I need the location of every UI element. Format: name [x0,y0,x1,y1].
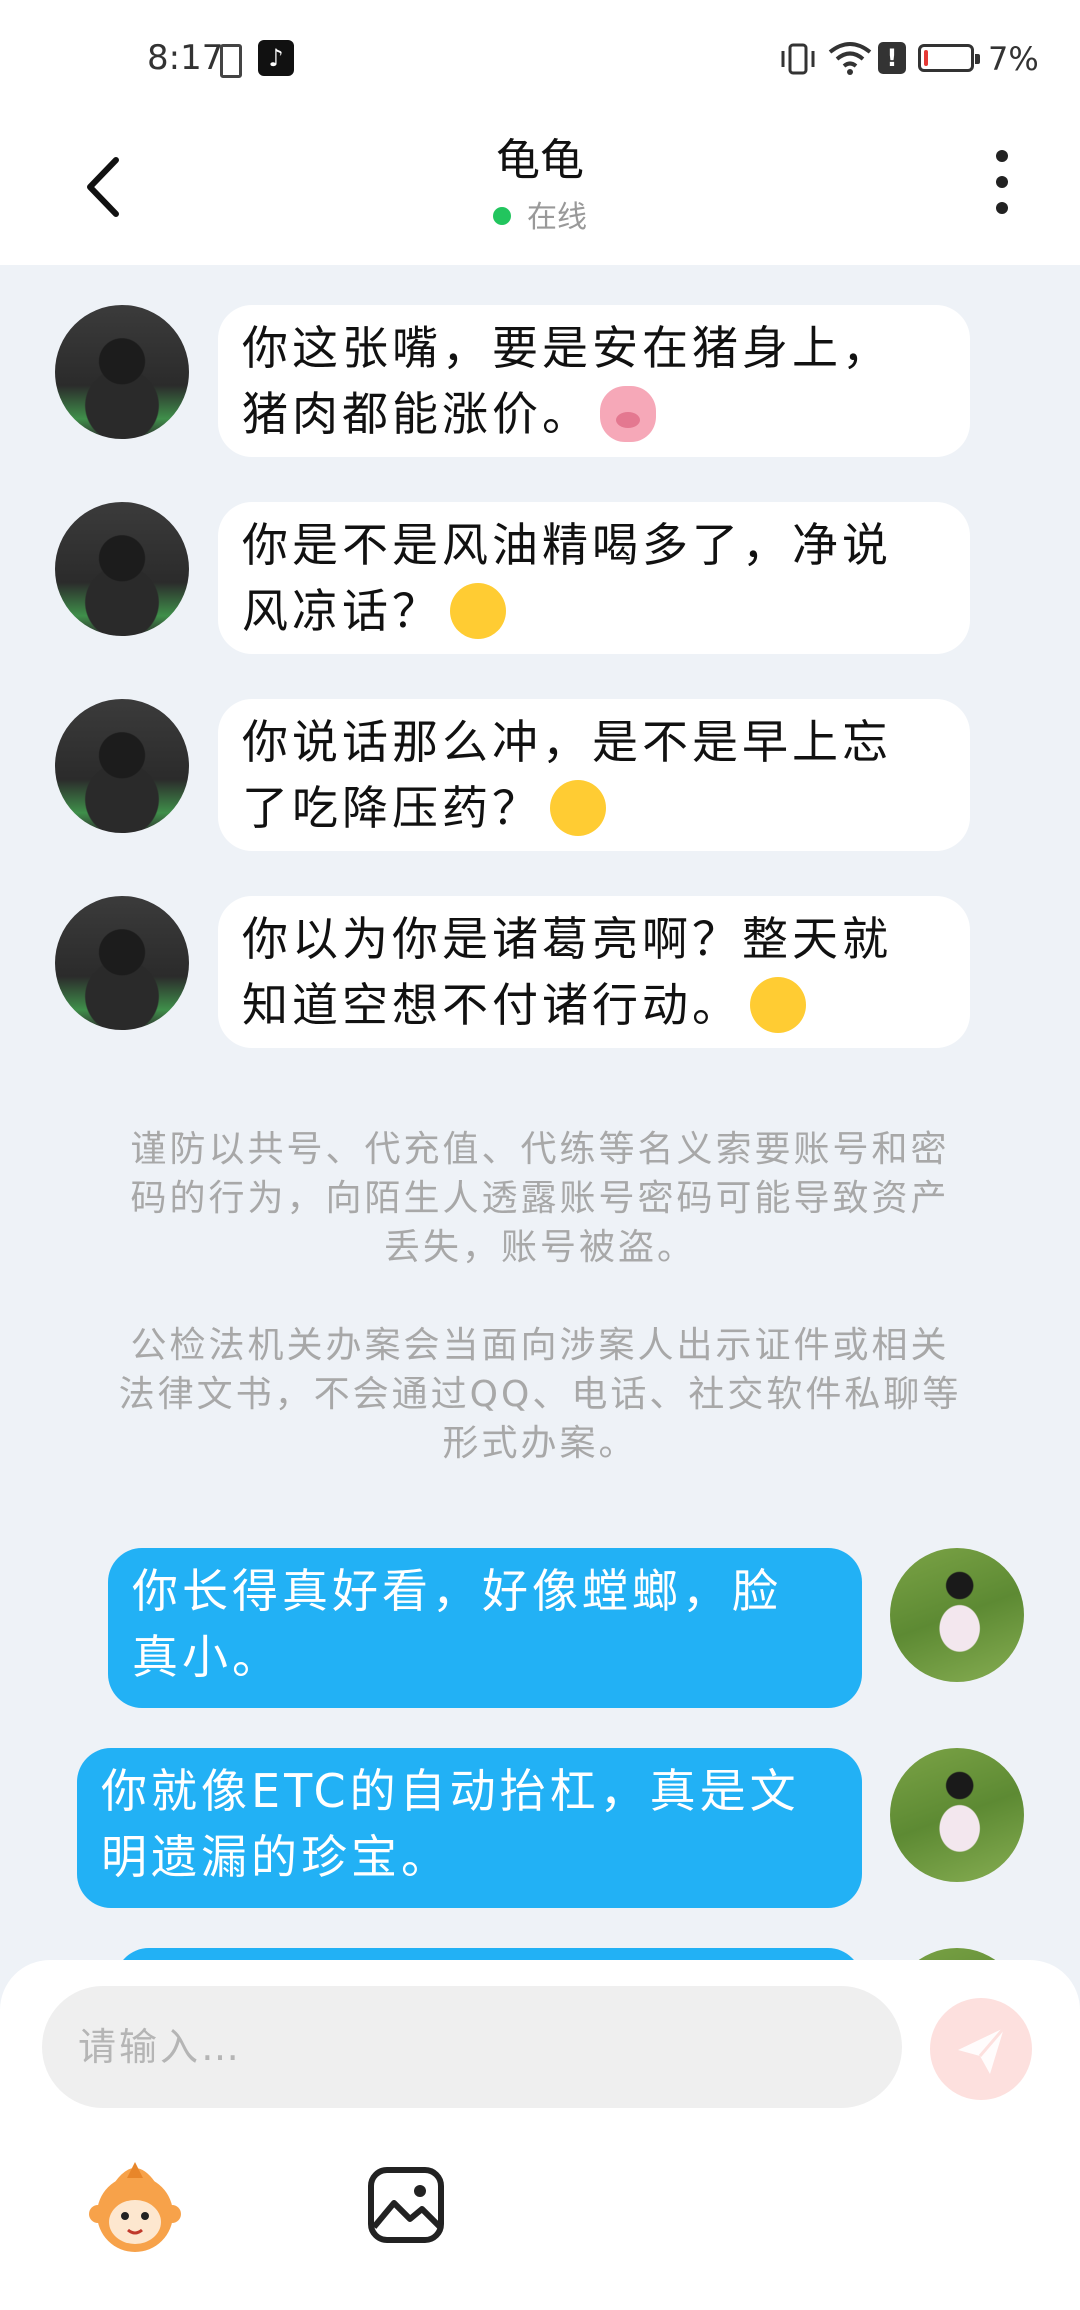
user-avatar[interactable] [890,1948,1024,1960]
notice-line: 形式办案。 [442,1423,638,1464]
notice-line: 丢失，账号被盗。 [383,1227,696,1268]
message-line: 你说话那么冲，是不是早上忘 [242,715,892,769]
composer [0,1960,1080,2310]
battery-icon [918,44,980,72]
thinking-face-icon [750,976,806,1033]
message-bubble-incoming[interactable]: 你以为你是诸葛亮啊？整天就 知道空想不付诸行动。 [218,896,970,1048]
message-line: 真小。 [132,1630,282,1684]
online-dot-icon [493,206,511,225]
message-bubble-incoming[interactable]: 你这张嘴，要是安在猪身上， 猪肉都能涨价。 [218,305,970,457]
safety-notice: 谨防以共号、代充值、代练等名义索要账号和密 码的行为，向陌生人透露账号密码可能导… [105,1125,975,1272]
message-line: 明遗漏的珍宝。 [101,1830,451,1884]
message-bubble-outgoing[interactable]: 你就像ETC的自动抬杠，真是文 明遗漏的珍宝。 [77,1748,862,1908]
contact-avatar[interactable] [55,305,189,439]
notice-line: 公检法机关办案会当面向涉案人出示证件或相关 [130,1325,950,1366]
alert-icon: ! [878,42,906,74]
chat-header: 龟龟 在线 [0,110,1080,265]
contact-avatar[interactable] [55,502,189,636]
message-bubble-incoming[interactable]: 你说话那么冲，是不是早上忘 了吃降压药？ [218,699,970,851]
notice-line: 法律文书，不会通过QQ、电话、社交软件私聊等 [118,1374,962,1415]
message-line: 了吃降压药？ [242,781,542,835]
message-list[interactable]: 你这张嘴，要是安在猪身上， 猪肉都能涨价。 你是不是风油精喝多了，净说 风凉话？… [0,265,1080,1960]
message-bubble-outgoing[interactable]: 你长得真好看，好像螳螂，脸 真小。 [108,1548,862,1708]
send-button[interactable] [930,1998,1032,2100]
message-line: 猪肉都能涨价。 [242,387,592,441]
pig-face-icon [600,385,656,442]
zany-face-icon [450,582,506,639]
online-status-label: 在线 [527,200,587,235]
send-icon [958,2027,1006,2074]
contact-name: 龟龟 [496,135,584,186]
status-bar: 8:17 ♪ ! 7% [0,0,1080,110]
mascot-emoji-icon[interactable] [85,2158,185,2258]
contact-avatar[interactable] [55,699,189,833]
battery-percent: 7% [988,40,1039,78]
safety-notice: 公检法机关办案会当面向涉案人出示证件或相关 法律文书，不会通过QQ、电话、社交软… [105,1321,975,1468]
message-line: 你这张嘴，要是安在猪身上， [242,321,892,375]
message-bubble-outgoing[interactable] [115,1948,862,1960]
message-line: 你以为你是诸葛亮啊？整天就 [242,912,892,966]
notice-line: 码的行为，向陌生人透露账号密码可能导致资产 [130,1178,950,1219]
message-line: 知道空想不付诸行动。 [242,978,742,1032]
message-line: 你是不是风油精喝多了，净说 [242,518,892,572]
message-input[interactable] [42,1986,902,2108]
upside-down-face-icon [550,779,606,836]
image-picker-icon[interactable] [366,2165,446,2245]
message-line: 你就像ETC的自动抬杠，真是文 [101,1764,800,1818]
tiktok-icon: ♪ [258,40,294,76]
contact-avatar[interactable] [55,896,189,1030]
message-bubble-incoming[interactable]: 你是不是风油精喝多了，净说 风凉话？ [218,502,970,654]
status-time: 8:17 [147,38,224,78]
message-line: 你长得真好看，好像螳螂，脸 [132,1564,782,1618]
notice-line: 谨防以共号、代充值、代练等名义索要账号和密 [130,1129,950,1170]
user-avatar[interactable] [890,1748,1024,1882]
more-options-icon[interactable] [990,150,1014,226]
vibrate-icon [781,43,815,75]
online-status: 在线 [0,192,1080,236]
battery-small-icon [220,44,242,78]
message-line: 风凉话？ [242,584,442,638]
user-avatar[interactable] [890,1548,1024,1682]
wifi-icon [828,42,872,75]
